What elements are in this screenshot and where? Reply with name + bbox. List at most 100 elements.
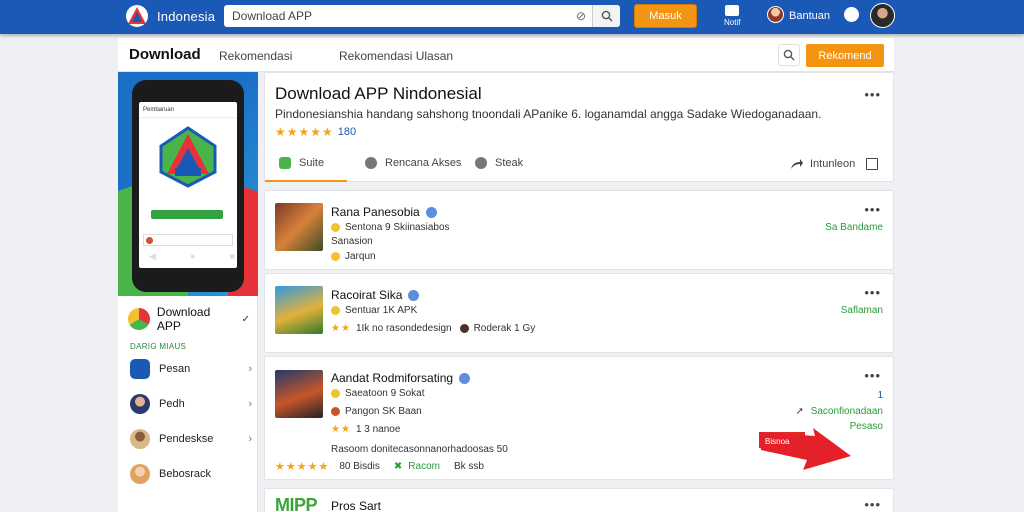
app-card[interactable]: MIPP Pros Sart ••• [264, 488, 894, 512]
app-header-card: Download APP Nindonesial ••• Pindonesian… [264, 72, 894, 182]
nav-link-recommend[interactable]: Rekomendasi [219, 49, 292, 63]
rating-stars: ★★★★★ [275, 125, 334, 139]
brand-name[interactable]: Indonesia [157, 9, 215, 24]
promo-banner[interactable]: Pembaruan ◀ ● ■ [118, 72, 258, 296]
app-icon [128, 308, 150, 330]
app-meta-line: Rasoom donitecasonnanorhadoosas 50 [331, 444, 508, 455]
login-button[interactable]: Masuk [634, 4, 697, 28]
recommend-button[interactable]: Rekomend [806, 44, 884, 67]
close-icon: ✖ [393, 461, 403, 472]
app-meta-line: ★★ 1 3 nanoe [331, 424, 400, 435]
help-link[interactable]: Bantuan [789, 10, 830, 22]
nav-link-reviews[interactable]: Rekomendasi Ulasan [339, 49, 453, 63]
sidebar-item-pendeskse[interactable]: Pendeskse › [130, 428, 252, 450]
profile-avatar[interactable] [870, 3, 895, 28]
red-arrow-icon: Bisnoa [759, 428, 851, 470]
share-button[interactable]: Intunleon [790, 158, 855, 170]
app-title-text: Racoirat Sika [331, 288, 403, 302]
stat-text: 80 Bisdis [339, 461, 380, 472]
page-section-title[interactable]: Download [129, 46, 201, 63]
chat-icon[interactable] [844, 7, 859, 22]
search-input[interactable]: Download APP [224, 9, 570, 23]
app-developer[interactable]: Roderak 1 Gy [474, 323, 536, 334]
more-options-icon[interactable]: ••• [864, 202, 881, 217]
sidebar-item-label: Pedh [159, 398, 185, 410]
bookmark-icon[interactable] [866, 158, 878, 170]
rating-count[interactable]: 180 [338, 126, 356, 138]
tab-suite[interactable]: Suite [279, 157, 324, 169]
sidebar-app-label: Download APP [156, 305, 211, 333]
coin-icon [331, 389, 340, 398]
app-title[interactable]: Rana Panesobia [331, 205, 437, 219]
active-tab-indicator [265, 180, 347, 182]
verified-badge-icon [425, 206, 437, 218]
app-thumbnail[interactable] [275, 370, 323, 418]
stat-text[interactable]: Racom [408, 461, 440, 472]
page-title: Download APP Nindonesial [275, 84, 482, 103]
search-icon [783, 49, 795, 61]
app-title[interactable]: Pros Sart [331, 499, 381, 512]
app-rating: ★★★★★ 180 [275, 125, 356, 139]
app-title[interactable]: Aandat Rodmiforsating [331, 371, 471, 385]
clear-icon[interactable]: ⊘ [570, 9, 592, 23]
app-thumbnail[interactable] [275, 286, 323, 334]
app-meta-text: Sentona 9 Skiinasiabos [345, 222, 450, 233]
message-icon [130, 359, 150, 379]
notification-icon [725, 5, 740, 16]
stat-text: Bk ssb [453, 461, 484, 472]
sidebar-item-bebosrack[interactable]: Bebosrack [130, 463, 252, 485]
app-meta-line: ★★ 1Ik no rasondedesign Roderak 1 Gy [331, 323, 535, 334]
check-icon: ✓ [241, 313, 250, 325]
search-icon [601, 10, 612, 22]
sidebar-item-pesan[interactable]: Pesan › [130, 358, 252, 380]
app-category: Sanasion [331, 236, 373, 247]
app-meta-text: Pangon SK Baan [345, 406, 422, 417]
home-icon: ● [190, 251, 196, 261]
subnav-search-button[interactable] [778, 44, 800, 66]
app-meta-line: Jarqun [331, 251, 376, 262]
sidebar-app-item[interactable]: Download APP ✓ [128, 305, 250, 333]
app-card[interactable]: Rana Panesobia Sentona 9 Skiinasiabos Sa… [264, 190, 894, 270]
tab-bar: Suite Rencana Akses Steak Intunleon [265, 153, 893, 183]
app-logo-text[interactable]: MIPP [275, 495, 318, 512]
app-title-text: Rana Panesobia [331, 205, 420, 219]
app-meta-line: Sentona 9 Skiinasiabos [331, 222, 450, 233]
share-label: Intunleon [810, 158, 856, 170]
app-title[interactable]: Racoirat Sika [331, 288, 420, 302]
brand-logo[interactable] [124, 4, 150, 28]
avatar-icon [130, 464, 150, 484]
notification-button[interactable]: Notif [724, 5, 740, 27]
coin-icon [331, 252, 340, 261]
search-bar[interactable]: Download APP ⊘ [224, 5, 620, 27]
app-meta-text: Sentuar 1K APK [345, 305, 418, 316]
more-options-icon[interactable]: ••• [864, 368, 881, 383]
more-options-icon[interactable]: ••• [864, 87, 881, 102]
share-icon [791, 159, 803, 169]
rating-stars: ★★ [331, 323, 351, 334]
app-thumbnail[interactable] [275, 203, 323, 251]
user-avatar[interactable] [767, 6, 784, 23]
sidebar-section-label: DARIG MIAUS [130, 342, 187, 351]
search-button[interactable] [592, 5, 620, 27]
chevron-right-icon: › [248, 363, 252, 375]
sub-navigation: Download Rekomendasi Rekomendasi Ulasan … [118, 38, 894, 72]
tab-steak[interactable]: Steak [475, 157, 523, 169]
app-logo [159, 126, 217, 188]
suite-icon [279, 157, 291, 169]
more-options-icon[interactable]: ••• [864, 497, 881, 512]
more-options-icon[interactable]: ••• [864, 285, 881, 300]
sidebar-item-pedh[interactable]: Pedh › [130, 393, 252, 415]
app-meta-text: 1 3 nanoe [355, 424, 401, 435]
app-card[interactable]: Racoirat Sika Sentuar 1K APK ★★ 1Ik no r… [264, 273, 894, 353]
app-meta-text: 1Ik no rasondedesign [355, 323, 452, 334]
rating-stars: ★★ [331, 424, 351, 435]
user-icon [475, 157, 487, 169]
tab-access-plan[interactable]: Rencana Akses [365, 157, 461, 169]
phone-mockup: Pembaruan ◀ ● ■ [132, 80, 244, 292]
sidebar-item-label: Bebosrack [159, 468, 211, 480]
download-link[interactable]: ➚ Saconfionadaan [796, 406, 883, 417]
download-link[interactable]: Sa Bandame [825, 222, 883, 233]
download-link[interactable]: Saflaman [841, 305, 883, 316]
avatar-icon [130, 429, 150, 449]
recents-icon: ■ [229, 251, 235, 261]
